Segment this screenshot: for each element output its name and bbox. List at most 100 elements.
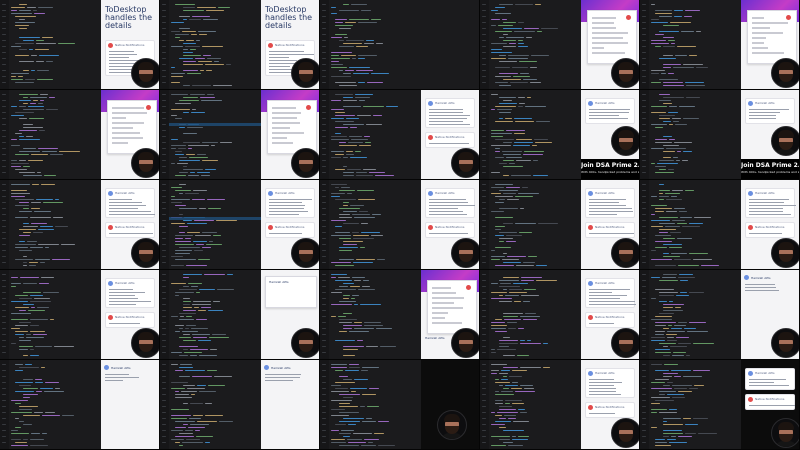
code-token [23,40,34,41]
window-row [432,307,463,309]
code-editor[interactable] [480,180,581,269]
video-thumbnail-24[interactable]: Hamzah APIs Native Notifications [480,360,640,450]
code-editor[interactable] [640,180,741,269]
video-thumbnail-4[interactable] [480,0,640,90]
notification-card: Hamzah APIs [745,368,795,390]
video-thumbnail-15[interactable]: Hamzah APIs Native Notifications [640,180,800,270]
code-editor[interactable] [640,270,741,359]
video-thumbnail-20[interactable]: Hamzah APIs [640,270,800,360]
code-editor[interactable] [640,90,741,179]
video-thumbnail-1[interactable]: ToDesktop handles the details Native Noti… [0,0,160,90]
code-token [23,103,28,104]
line-number [322,130,326,131]
code-token [34,13,45,14]
video-thumbnail-2[interactable]: ToDesktop handles the details Native Noti… [160,0,320,90]
line-number [162,238,166,239]
window-row [752,17,764,19]
video-thumbnail-9[interactable]: Hamzah APIsJoin DSA Prime 2.0 Today!With… [480,90,640,180]
code-editor[interactable] [0,0,101,89]
code-token [377,259,385,260]
code-token [665,226,680,227]
code-token [183,340,196,341]
code-editor[interactable] [320,360,421,449]
video-thumbnail-22[interactable]: Hamzah APIs [160,360,320,450]
code-token [663,136,672,137]
code-token [518,43,524,44]
code-editor[interactable] [320,0,479,89]
line-number [322,304,326,305]
code-editor[interactable] [160,90,261,179]
video-thumbnail-3[interactable] [320,0,480,90]
code-token [15,364,23,365]
code-token [358,55,377,56]
code-editor[interactable] [640,0,741,89]
code-editor[interactable] [480,90,581,179]
line-number [322,394,326,395]
video-thumbnail-16[interactable]: Hamzah APIs Native Notifications [0,270,160,360]
code-editor[interactable] [320,180,421,269]
code-token [197,154,206,155]
code-token [495,31,512,32]
code-token [499,406,512,407]
code-editor[interactable] [320,90,421,179]
code-editor[interactable] [160,0,261,89]
code-token [509,289,522,290]
code-token [659,115,675,116]
video-thumbnail-14[interactable]: Hamzah APIs Native Notifications [480,180,640,270]
code-token [525,106,546,107]
video-thumbnail-25[interactable]: Hamzah APIs Native Notifications [640,360,800,450]
code-editor[interactable] [480,270,581,359]
line-number [642,154,646,155]
video-thumbnail-23[interactable] [320,360,480,450]
code-token [188,148,192,149]
code-editor[interactable] [640,360,741,449]
line-number [322,298,326,299]
code-editor[interactable] [0,270,101,359]
code-editor[interactable] [480,0,581,89]
presenter-shirt [135,351,157,357]
code-token [527,340,531,341]
code-editor[interactable] [160,180,261,269]
code-editor[interactable] [0,90,101,179]
code-token [663,355,670,356]
code-token [655,370,669,371]
code-token [491,259,500,260]
app-window: Hamzah APIs [265,276,317,308]
code-editor[interactable] [160,360,261,449]
video-thumbnail-18[interactable]: Hamzah APIs [320,270,480,360]
video-thumbnail-11[interactable]: Hamzah APIs Native Notifications [0,180,160,270]
promo-banner[interactable]: Join DSA Prime 2.0 Today!With 400+ handp… [741,159,799,179]
code-token [200,97,215,98]
code-token [199,355,217,356]
code-token [503,277,519,278]
code-editor[interactable] [480,360,581,449]
code-editor[interactable] [0,180,101,269]
video-thumbnail-21[interactable]: Hamzah APIs [0,360,160,450]
code-token [193,301,211,302]
code-token [194,220,214,221]
line-number [322,412,326,413]
code-token [673,352,686,353]
code-token [655,166,666,167]
code-token [663,436,669,437]
video-thumbnail-5[interactable] [640,0,800,90]
code-token [504,319,521,320]
video-thumbnail-12[interactable]: Hamzah APIs Native Notifications [160,180,320,270]
code-token [35,259,50,260]
video-thumbnail-17[interactable]: Hamzah APIs [160,270,320,360]
code-token [503,253,507,254]
presenter-webcam [771,126,799,156]
video-thumbnail-13[interactable]: Hamzah APIs Native Notifications [320,180,480,270]
promo-banner[interactable]: Join DSA Prime 2.0 Today!With 400+ handp… [581,159,639,179]
presenter-webcam [451,328,479,358]
code-editor[interactable] [0,360,101,449]
video-thumbnail-6[interactable] [0,90,160,180]
notification-card: Hamzah APIs [585,278,636,308]
code-editor[interactable] [160,270,261,359]
video-thumbnail-8[interactable]: Hamzah APIs Native Notifications [320,90,480,180]
code-editor[interactable] [320,270,421,359]
video-thumbnail-10[interactable]: Hamzah APIsJoin DSA Prime 2.0 Today!With… [640,90,800,180]
video-thumbnail-19[interactable]: Hamzah APIs Native Notifications [480,270,640,360]
code-token [362,367,379,368]
video-thumbnail-7[interactable] [160,90,320,180]
